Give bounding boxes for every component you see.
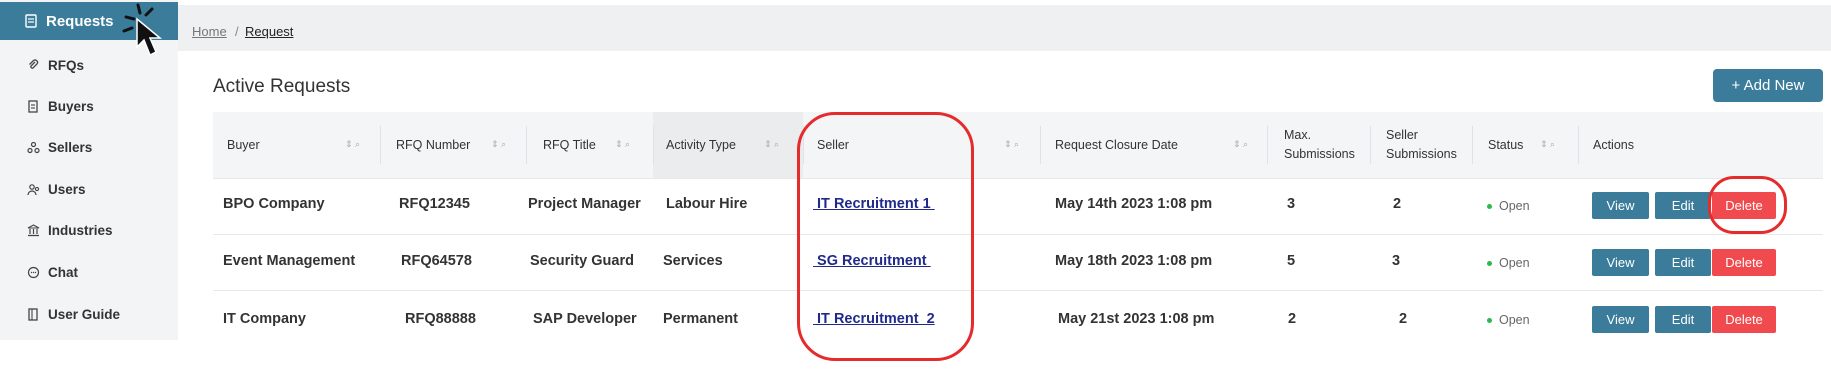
row-divider xyxy=(213,234,1823,235)
cell-buyer: IT Company xyxy=(223,311,306,327)
header-max-submissions-line1: Max. xyxy=(1284,128,1312,142)
sort-search-icon[interactable]: ⇕ ⌕ xyxy=(491,139,506,150)
users-icon xyxy=(26,182,40,196)
cell-rfq-number: RFQ64578 xyxy=(401,253,472,269)
status-badge: Open xyxy=(1487,199,1530,213)
cell-rfq-title: Project Manager xyxy=(528,196,641,212)
view-button[interactable]: View xyxy=(1592,306,1649,333)
header-max-submissions-line2: Submissions xyxy=(1284,147,1355,161)
column-divider xyxy=(1472,126,1473,164)
row-divider xyxy=(213,290,1823,291)
status-label: Open xyxy=(1499,256,1530,270)
breadcrumb: Home / Request xyxy=(178,5,1831,51)
book-icon xyxy=(26,307,40,321)
cell-buyer: BPO Company xyxy=(223,196,325,212)
chat-icon xyxy=(26,265,40,279)
delete-button[interactable]: Delete xyxy=(1712,306,1776,333)
sidebar-item-chat[interactable]: Chat xyxy=(0,257,178,287)
sidebar-item-label: RFQs xyxy=(48,57,85,73)
cell-closure-date: May 14th 2023 1:08 pm xyxy=(1055,196,1213,212)
sidebar-item-label: Sellers xyxy=(48,139,93,155)
cell-activity-type: Permanent xyxy=(663,311,738,327)
header-max-submissions[interactable]: Max. Submissions xyxy=(1284,126,1355,164)
cell-max-submissions: 2 xyxy=(1288,311,1297,327)
status-label: Open xyxy=(1499,313,1530,327)
page-title: Active Requests xyxy=(213,76,351,97)
cell-buyer: Event Management xyxy=(223,253,356,269)
cell-closure-date: May 21st 2023 1:08 pm xyxy=(1058,311,1215,327)
receipt-icon xyxy=(26,99,40,113)
column-divider xyxy=(653,126,654,164)
sidebar-item-label: Buyers xyxy=(48,98,94,114)
view-button[interactable]: View xyxy=(1592,249,1649,276)
request-doc-icon xyxy=(24,14,38,28)
delete-button-highlight xyxy=(1708,176,1787,234)
edit-button[interactable]: Edit xyxy=(1655,249,1711,276)
sidebar-item-label: Requests xyxy=(46,12,114,30)
status-label: Open xyxy=(1499,199,1530,213)
sort-search-icon[interactable]: ⇕ ⌕ xyxy=(345,139,360,150)
header-seller-submissions-line2: Submissions xyxy=(1386,147,1457,161)
sidebar-item-sellers[interactable]: Sellers xyxy=(0,132,178,162)
cell-seller-submissions: 3 xyxy=(1392,253,1401,269)
sort-search-icon[interactable]: ⇕ ⌕ xyxy=(1233,139,1248,150)
breadcrumb-home-link[interactable]: Home xyxy=(192,24,227,39)
header-activity-type[interactable]: Activity Type xyxy=(666,136,736,155)
sidebar-item-buyers[interactable]: Buyers xyxy=(0,91,178,121)
header-status[interactable]: Status xyxy=(1488,136,1523,155)
header-rfq-number[interactable]: RFQ Number xyxy=(396,136,470,155)
bank-icon xyxy=(26,223,40,237)
sellers-icon xyxy=(26,140,40,154)
cell-rfq-title: Security Guard xyxy=(530,253,634,269)
column-divider xyxy=(526,126,527,164)
cell-rfq-title: SAP Developer xyxy=(533,311,637,327)
cell-seller-submissions: 2 xyxy=(1399,311,1408,327)
table-header: Buyer ⇕ ⌕ RFQ Number ⇕ ⌕ RFQ Title ⇕ ⌕ A… xyxy=(213,112,1823,178)
breadcrumb-current[interactable]: Request xyxy=(245,24,293,39)
header-seller-submissions-line1: Seller xyxy=(1386,128,1418,142)
cell-seller-submissions: 2 xyxy=(1393,196,1402,212)
paperclip-icon xyxy=(26,58,40,72)
header-actions: Actions xyxy=(1593,138,1634,152)
header-seller-submissions[interactable]: Seller Submissions xyxy=(1386,126,1457,164)
sidebar-item-industries[interactable]: Industries xyxy=(0,215,178,245)
column-divider xyxy=(1578,126,1579,164)
edit-button[interactable]: Edit xyxy=(1655,306,1711,333)
column-divider xyxy=(1267,126,1268,164)
delete-button[interactable]: Delete xyxy=(1712,249,1776,276)
cell-rfq-number: RFQ12345 xyxy=(399,196,470,212)
edit-button[interactable]: Edit xyxy=(1655,192,1711,219)
cell-activity-type: Labour Hire xyxy=(666,196,748,212)
cell-max-submissions: 3 xyxy=(1287,196,1296,212)
sidebar-item-label: Users xyxy=(48,181,86,197)
header-closure-date[interactable]: Request Closure Date xyxy=(1055,136,1178,155)
row-divider xyxy=(213,178,1823,179)
header-rfq-title[interactable]: RFQ Title xyxy=(543,136,596,155)
sidebar-item-users[interactable]: Users xyxy=(0,174,178,204)
sidebar-item-user-guide[interactable]: User Guide xyxy=(0,299,178,329)
column-divider xyxy=(380,126,381,164)
status-badge: Open xyxy=(1487,313,1530,327)
sort-search-icon[interactable]: ⇕ ⌕ xyxy=(1004,139,1019,150)
breadcrumb-separator: / xyxy=(235,24,239,39)
add-new-button[interactable]: + Add New xyxy=(1713,69,1823,102)
cell-activity-type: Services xyxy=(663,253,723,269)
sort-search-icon[interactable]: ⇕ ⌕ xyxy=(764,139,779,150)
sidebar-item-label: User Guide xyxy=(48,306,121,322)
sidebar-item-label: Chat xyxy=(48,264,78,280)
cell-max-submissions: 5 xyxy=(1287,253,1296,269)
cell-closure-date: May 18th 2023 1:08 pm xyxy=(1055,253,1213,269)
header-buyer[interactable]: Buyer xyxy=(227,136,260,155)
sort-search-icon[interactable]: ⇕ ⌕ xyxy=(615,139,630,150)
sort-search-icon[interactable]: ⇕ ⌕ xyxy=(1540,139,1555,150)
sidebar-item-label: Industries xyxy=(48,222,113,238)
column-divider xyxy=(1040,126,1041,164)
column-divider xyxy=(1370,126,1371,164)
click-cursor-icon xyxy=(122,3,163,57)
cell-rfq-number: RFQ88888 xyxy=(405,311,476,327)
view-button[interactable]: View xyxy=(1592,192,1649,219)
status-badge: Open xyxy=(1487,256,1530,270)
seller-column-highlight xyxy=(797,112,974,361)
